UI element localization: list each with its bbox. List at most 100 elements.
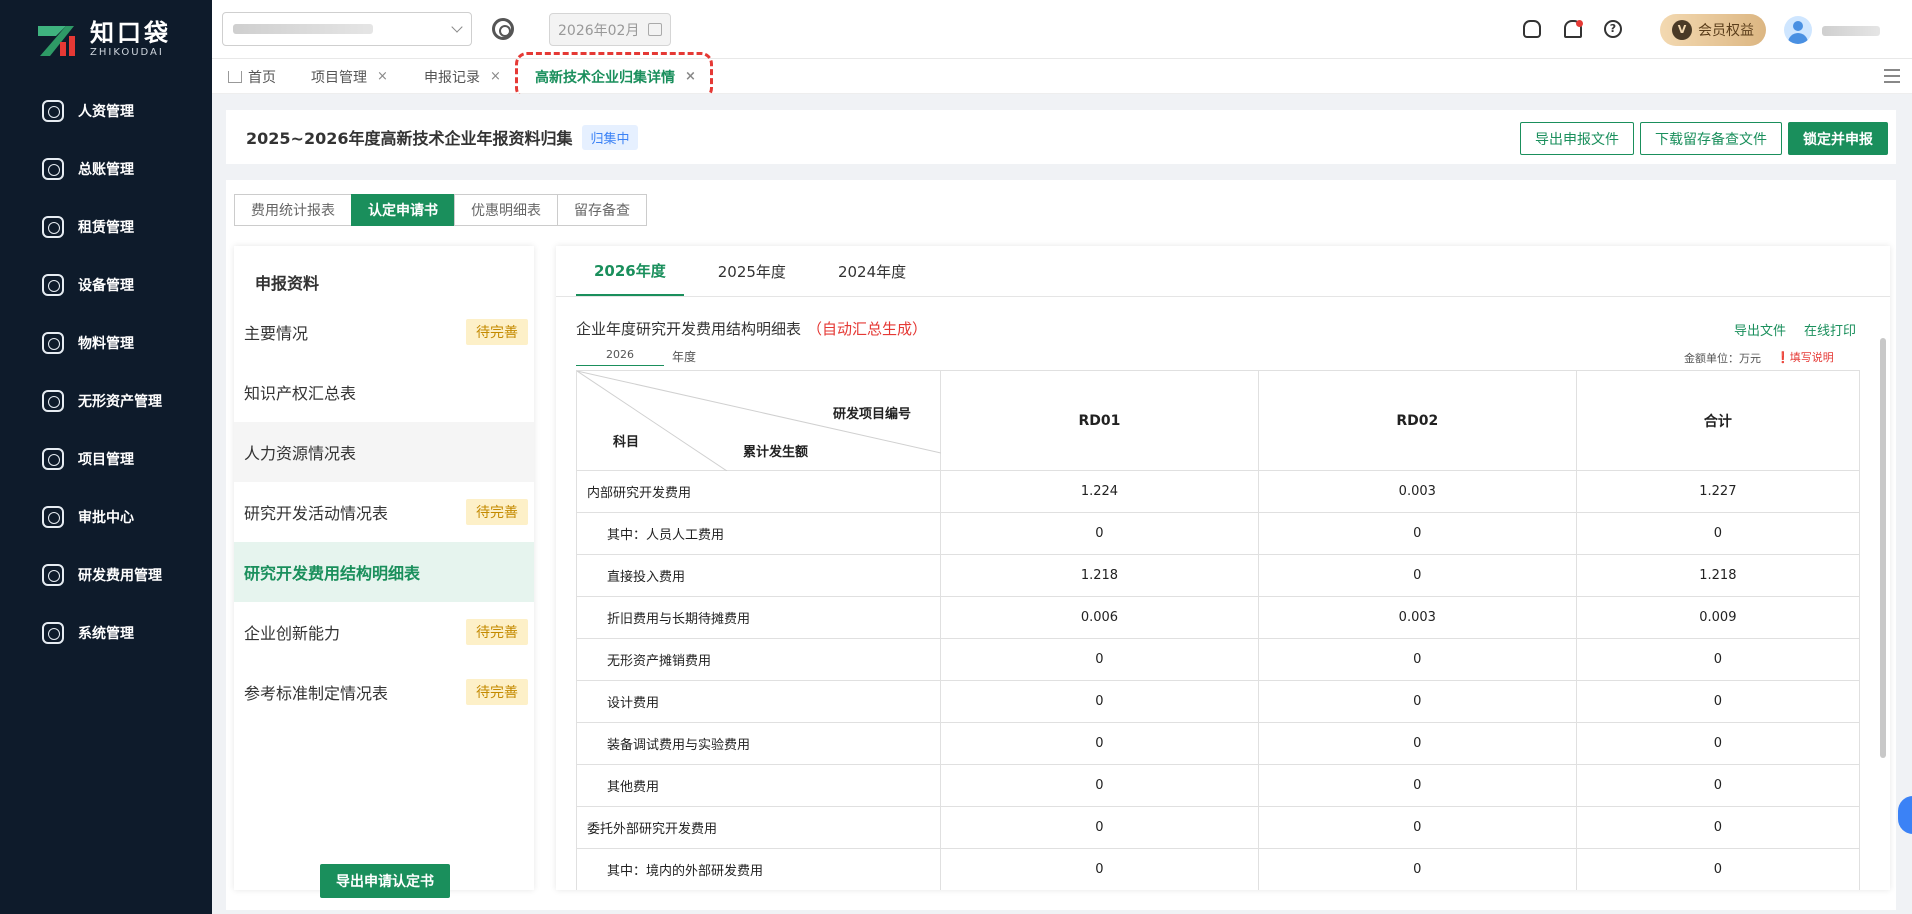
list-item-main-info[interactable]: 主要情况 待完善 (234, 302, 534, 362)
value-cell[interactable]: 0 (1575, 848, 1861, 890)
pending-badge: 待完善 (466, 619, 528, 645)
value-cell[interactable]: 0 (1257, 554, 1577, 597)
subject-cell: 其他费用 (576, 764, 941, 807)
value-cell[interactable]: 1.218 (940, 554, 1259, 597)
value-cell[interactable]: 0 (1257, 848, 1577, 890)
segment-archive[interactable]: 留存备查 (557, 194, 647, 226)
close-icon[interactable]: × (377, 69, 388, 84)
export-file-link[interactable]: 导出文件 (1734, 320, 1786, 339)
segment-preference-detail[interactable]: 优惠明细表 (454, 194, 558, 226)
column-header: 合计 (1575, 370, 1861, 471)
value-cell[interactable]: 0 (1575, 638, 1861, 681)
header-accumulated: 累计发生额 (743, 445, 809, 460)
auto-generated-note: （自动汇总生成） (807, 320, 928, 338)
value-cell[interactable]: 0 (1257, 638, 1577, 681)
subject-cell: 其中：人员人工费用 (576, 512, 941, 555)
segment-expense-report[interactable]: 费用统计报表 (234, 194, 352, 226)
value-cell[interactable]: 1.227 (1575, 470, 1861, 513)
tab-report-records[interactable]: 申报记录 × (424, 59, 501, 94)
tab-year-2025[interactable]: 2025年度 (700, 246, 804, 296)
value-cell[interactable]: 0.003 (1257, 470, 1577, 513)
help-icon[interactable]: ? (1604, 20, 1622, 38)
segment-application[interactable]: 认定申请书 (351, 194, 455, 226)
material-icon (42, 332, 64, 354)
value-cell[interactable]: 0.009 (1575, 596, 1861, 639)
tab-label: 申报记录 (424, 69, 480, 86)
sidebar-item[interactable]: 物料管理 (0, 314, 212, 372)
value-cell[interactable]: 0 (1575, 512, 1861, 555)
list-item-label: 人力资源情况表 (244, 444, 357, 463)
list-item-ip-summary[interactable]: 知识产权汇总表 (234, 362, 534, 422)
month-picker[interactable]: 2026年02月 (549, 13, 671, 46)
sidebar-item[interactable]: 系统管理 (0, 604, 212, 662)
company-select[interactable] (222, 12, 472, 46)
user-name-redacted[interactable] (1822, 24, 1880, 40)
list-item-standards[interactable]: 参考标准制定情况表 待完善 (234, 662, 534, 722)
year-input[interactable]: 2026 (576, 346, 664, 366)
value-cell[interactable]: 0 (1257, 764, 1577, 807)
logo-mark-icon (36, 20, 80, 60)
tab-year-2026[interactable]: 2026年度 (576, 246, 684, 296)
value-cell[interactable]: 0 (1257, 722, 1577, 765)
value-cell[interactable]: 0 (940, 806, 1259, 849)
list-item-rd-activity[interactable]: 研究开发活动情况表 待完善 (234, 482, 534, 542)
lock-submit-button[interactable]: 锁定并申报 (1788, 122, 1888, 155)
value-cell[interactable]: 0 (1257, 806, 1577, 849)
list-item-hr-status[interactable]: 人力资源情况表 (234, 422, 534, 482)
sidebar-item[interactable]: 总账管理 (0, 140, 212, 198)
value-cell[interactable]: 0 (940, 722, 1259, 765)
tab-label: 项目管理 (311, 69, 367, 86)
approval-icon (42, 506, 64, 528)
value-cell[interactable]: 1.218 (1575, 554, 1861, 597)
list-item-rd-expense-structure[interactable]: 研究开发费用结构明细表 (234, 542, 534, 602)
value-cell[interactable]: 0.003 (1257, 596, 1577, 639)
fill-instructions-link[interactable]: ❗填写说明 (1776, 349, 1834, 365)
value-cell[interactable]: 0 (940, 638, 1259, 681)
headset-icon[interactable] (1523, 20, 1541, 38)
gear-icon[interactable] (492, 18, 514, 40)
sidebar-item[interactable]: 研发费用管理 (0, 546, 212, 604)
topbar: 2026年02月 ? V 会员权益 (212, 0, 1912, 59)
value-cell[interactable]: 0 (1257, 680, 1577, 723)
value-cell[interactable]: 0 (1257, 512, 1577, 555)
vertical-scrollbar[interactable] (1880, 338, 1886, 758)
avatar[interactable] (1784, 16, 1812, 44)
tab-home[interactable]: 首页 (228, 59, 276, 94)
tab-list-icon[interactable] (1884, 69, 1900, 83)
sidebar-item-label: 审批中心 (78, 510, 134, 526)
column-header: RD02 (1257, 370, 1577, 471)
value-cell[interactable]: 0.006 (940, 596, 1259, 639)
value-cell[interactable]: 0 (1575, 722, 1861, 765)
table-header-row: 研发项目编号 累计发生额 科目 RD01 RD02 合计 (576, 370, 1861, 471)
value-cell[interactable]: 0 (1575, 806, 1861, 849)
value-cell[interactable]: 0 (940, 848, 1259, 890)
lease-icon (42, 216, 64, 238)
value-cell[interactable]: 0 (940, 680, 1259, 723)
amount-unit-label: 金额单位：万元 (1684, 352, 1761, 365)
sidebar-item[interactable]: 项目管理 (0, 430, 212, 488)
value-cell[interactable]: 0 (1575, 764, 1861, 807)
calendar-icon (648, 23, 662, 36)
sidebar-item[interactable]: 人资管理 (0, 82, 212, 140)
online-print-link[interactable]: 在线打印 (1804, 320, 1856, 339)
tab-year-2024[interactable]: 2024年度 (820, 246, 924, 296)
sidebar-item[interactable]: 租赁管理 (0, 198, 212, 256)
table-row: 设计费用 0 0 0 (576, 680, 1861, 723)
vip-benefits-button[interactable]: V 会员权益 (1660, 14, 1766, 46)
export-report-button[interactable]: 导出申报文件 (1520, 122, 1634, 155)
list-item-innovation[interactable]: 企业创新能力 待完善 (234, 602, 534, 662)
subject-cell: 其中：境内的外部研发费用 (576, 848, 941, 890)
export-certificate-button[interactable]: 导出申请认定书 (320, 864, 450, 898)
sidebar-item[interactable]: 无形资产管理 (0, 372, 212, 430)
close-icon[interactable]: × (490, 69, 501, 84)
value-cell[interactable]: 0 (940, 512, 1259, 555)
sidebar-item[interactable]: 设备管理 (0, 256, 212, 314)
value-cell[interactable]: 0 (1575, 680, 1861, 723)
download-archive-button[interactable]: 下载留存备查文件 (1640, 122, 1782, 155)
sidebar-item[interactable]: 审批中心 (0, 488, 212, 546)
tab-project-management[interactable]: 项目管理 × (311, 59, 388, 94)
value-cell[interactable]: 0 (940, 764, 1259, 807)
sidebar-item-label: 项目管理 (78, 452, 134, 468)
value-cell[interactable]: 1.224 (940, 470, 1259, 513)
subject-cell: 装备调试费用与实验费用 (576, 722, 941, 765)
